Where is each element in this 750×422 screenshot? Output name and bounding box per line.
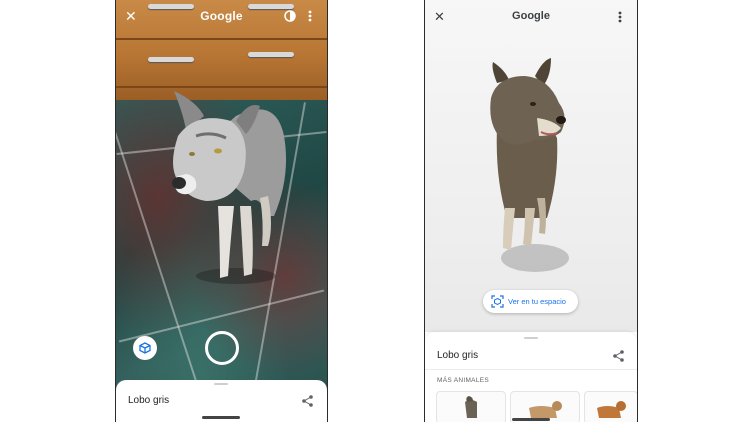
nav-home-pill[interactable] bbox=[512, 418, 550, 421]
more-vert-icon[interactable] bbox=[618, 11, 622, 23]
nav-home-pill[interactable] bbox=[202, 416, 240, 419]
cube-icon bbox=[139, 342, 151, 354]
sheet-title: Lobo gris bbox=[437, 350, 479, 361]
sheet-grabber[interactable] bbox=[524, 337, 538, 339]
wolf-3d-model[interactable] bbox=[477, 58, 587, 288]
more-vert-icon[interactable] bbox=[308, 10, 312, 22]
wolf-thumbnail bbox=[465, 396, 477, 418]
ar-camera-view: ✕ Google Lobo gris bbox=[116, 0, 327, 422]
animal-card-wolf[interactable] bbox=[436, 391, 506, 422]
share-icon[interactable] bbox=[613, 350, 624, 362]
sheet-title: Lobo gris bbox=[128, 395, 170, 406]
shutter-button[interactable] bbox=[205, 331, 239, 365]
ar-camera-screen: ✕ Google Lobo gris bbox=[115, 0, 328, 422]
cube-button[interactable] bbox=[133, 336, 157, 360]
contrast-icon[interactable] bbox=[284, 10, 296, 22]
bottom-sheet[interactable]: Lobo gris bbox=[116, 380, 327, 422]
app-title: Google bbox=[512, 10, 550, 22]
view-in-your-space-label: Ver en tu espacio bbox=[508, 297, 566, 306]
sheet-grabber[interactable] bbox=[214, 383, 228, 385]
ar-view-icon bbox=[491, 295, 504, 308]
more-animals-label: MÁS ANIMALES bbox=[437, 377, 490, 384]
top-bar: ✕ Google bbox=[116, 0, 327, 32]
3d-viewer-screen: ✕ Google Ver en tu espacio Lobo gris MÁS… bbox=[424, 0, 638, 422]
share-icon[interactable] bbox=[302, 395, 313, 407]
view-in-your-space-button[interactable]: Ver en tu espacio bbox=[483, 290, 578, 313]
wolf-3d-model[interactable] bbox=[156, 76, 296, 291]
dog-thumbnail-2 bbox=[597, 401, 626, 418]
animal-card-dog-2[interactable] bbox=[584, 391, 637, 422]
